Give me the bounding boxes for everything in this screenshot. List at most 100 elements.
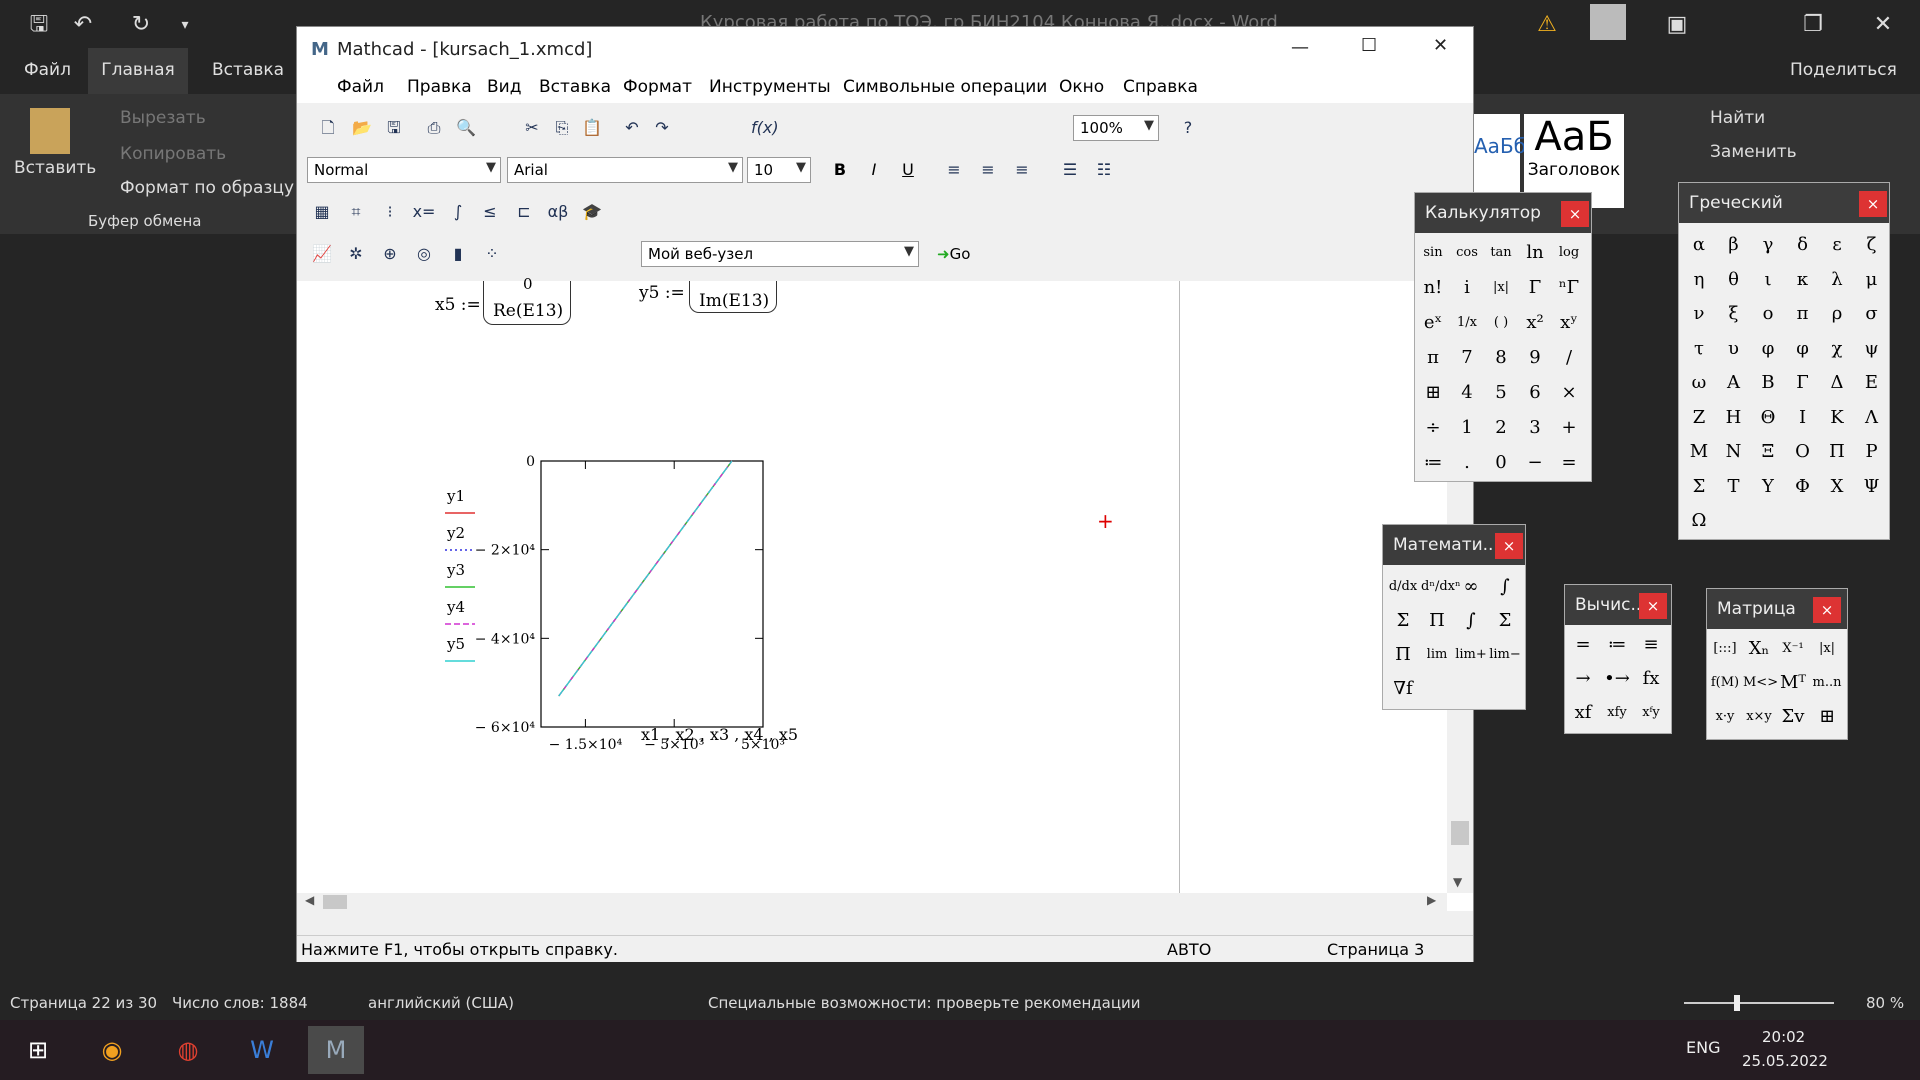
print-icon[interactable]: ⎙ xyxy=(421,115,447,141)
zoom-thumb[interactable] xyxy=(1734,995,1740,1011)
yandex-music-icon[interactable]: ◉ xyxy=(84,1026,140,1074)
greek-key[interactable]: Ο xyxy=(1787,436,1819,468)
align-left-icon[interactable]: ≡ xyxy=(941,157,967,183)
xy-plot[interactable]: 0− 2×10⁴− 4×10⁴− 6×10⁴− 1.5×10⁴ − 5×10³ 5×… xyxy=(437,451,797,751)
graph-toolbar-icon[interactable]: ⌗ xyxy=(343,199,369,225)
calculator-toolbar-icon[interactable]: ▦ xyxy=(309,199,335,225)
menu-view[interactable]: Вид xyxy=(487,77,521,97)
greek-key[interactable]: Φ xyxy=(1787,471,1819,503)
copy-button[interactable]: Копировать xyxy=(120,144,226,164)
calc-key[interactable]: ln xyxy=(1519,237,1551,269)
help-icon[interactable]: ? xyxy=(1175,115,1201,141)
new-icon[interactable]: 🗋 xyxy=(315,115,341,141)
open-icon[interactable]: 📂 xyxy=(349,115,375,141)
accessibility-status[interactable]: Специальные возможности: проверьте реком… xyxy=(708,994,1141,1012)
calc-key[interactable]: sin xyxy=(1417,237,1449,269)
bullets-icon[interactable]: ☰ xyxy=(1057,157,1083,183)
contour-plot-icon[interactable]: ◎ xyxy=(411,241,437,267)
matrix-key[interactable]: Mᵀ xyxy=(1777,667,1809,699)
greek-key[interactable]: Υ xyxy=(1752,471,1784,503)
warning-icon[interactable]: ⚠ xyxy=(1530,8,1564,42)
close-icon[interactable]: × xyxy=(1495,533,1523,559)
greek-key[interactable]: μ xyxy=(1856,264,1888,296)
calc-key[interactable]: 9 xyxy=(1519,342,1551,374)
greek-key[interactable]: γ xyxy=(1752,229,1784,261)
minimize-icon[interactable]: — xyxy=(1291,37,1309,58)
close-icon[interactable]: ✕ xyxy=(1866,8,1900,42)
menu-file[interactable]: Файл xyxy=(337,77,384,97)
greek-key[interactable]: Ρ xyxy=(1856,436,1888,468)
calc-key[interactable]: log xyxy=(1553,237,1585,269)
greek-key[interactable]: ο xyxy=(1752,298,1784,330)
close-icon[interactable]: × xyxy=(1639,593,1667,619)
calc-key[interactable]: 8 xyxy=(1485,342,1517,374)
calc-mode[interactable]: АВТО xyxy=(1167,940,1211,959)
matrix-key[interactable]: x·y xyxy=(1709,701,1741,733)
cut-button[interactable]: Вырезать xyxy=(120,108,206,128)
calculus-key[interactable]: ∫ xyxy=(1455,605,1487,637)
surface-plot-icon[interactable]: ⊕ xyxy=(377,241,403,267)
evaluation-toolbar-icon[interactable]: x= xyxy=(411,199,437,225)
customize-icon[interactable]: ▾ xyxy=(168,8,202,42)
mathcad-icon[interactable]: M xyxy=(308,1026,364,1074)
calculus-key[interactable]: lim xyxy=(1421,639,1453,671)
calc-key[interactable]: n! xyxy=(1417,272,1449,304)
greek-key[interactable]: Ψ xyxy=(1856,471,1888,503)
greek-key[interactable]: ι xyxy=(1752,264,1784,296)
calculus-toolbar-icon[interactable]: ∫ xyxy=(445,199,471,225)
greek-key[interactable]: Β xyxy=(1752,367,1784,399)
clock-time[interactable]: 20:02 xyxy=(1762,1028,1805,1046)
paste-icon[interactable]: 📋 xyxy=(579,115,605,141)
clock-date[interactable]: 25.05.2022 xyxy=(1742,1052,1828,1070)
calculus-key[interactable]: dⁿ/dxⁿ xyxy=(1421,571,1461,603)
boolean-toolbar-icon[interactable]: ≤ xyxy=(477,199,503,225)
greek-key[interactable]: ε xyxy=(1821,229,1853,261)
menu-insert[interactable]: Вставка xyxy=(539,77,611,97)
tab-file[interactable]: Файл xyxy=(24,60,71,80)
ribbon-display-icon[interactable]: ▣ xyxy=(1660,8,1694,42)
greek-key[interactable]: ξ xyxy=(1718,298,1750,330)
calc-key[interactable]: 4 xyxy=(1451,377,1483,409)
share-button[interactable]: Поделиться xyxy=(1790,60,1897,80)
numbering-icon[interactable]: ☷ xyxy=(1091,157,1117,183)
calc-key[interactable]: Γ xyxy=(1519,272,1551,304)
programming-toolbar-icon[interactable]: ⊏ xyxy=(511,199,537,225)
matrix-key[interactable]: X⁻¹ xyxy=(1777,633,1809,665)
calculus-key[interactable]: ∇f xyxy=(1387,673,1419,705)
greek-key[interactable]: Ε xyxy=(1856,367,1888,399)
greek-key[interactable]: Θ xyxy=(1752,402,1784,434)
eval-key[interactable]: •→ xyxy=(1601,663,1633,695)
save-icon[interactable]: 🖫 xyxy=(381,115,407,141)
chrome-icon[interactable]: ◍ xyxy=(160,1026,216,1074)
language[interactable]: английский (США) xyxy=(368,994,514,1012)
menu-edit[interactable]: Правка xyxy=(407,77,472,97)
calc-key[interactable]: 0 xyxy=(1485,447,1517,479)
calculus-key[interactable]: lim− xyxy=(1489,639,1521,671)
greek-key[interactable]: φ xyxy=(1787,333,1819,365)
calc-key[interactable]: = xyxy=(1553,447,1585,479)
x5-definition-lhs[interactable]: x5 := xyxy=(435,295,481,315)
calc-key[interactable]: ÷ xyxy=(1417,412,1449,444)
greek-key[interactable]: Ν xyxy=(1718,436,1750,468)
calc-key[interactable]: ( ) xyxy=(1485,307,1517,339)
replace-button[interactable]: Заменить xyxy=(1710,142,1797,162)
calc-key[interactable]: 5 xyxy=(1485,377,1517,409)
calculus-key[interactable]: d/dx xyxy=(1387,571,1419,603)
greek-key[interactable]: δ xyxy=(1787,229,1819,261)
paste-icon[interactable] xyxy=(30,108,70,154)
greek-key[interactable]: θ xyxy=(1718,264,1750,296)
find-button[interactable]: Найти xyxy=(1710,108,1765,128)
greek-key[interactable]: τ xyxy=(1683,333,1715,365)
scroll-down-icon[interactable]: ▼ xyxy=(1453,875,1462,889)
restore-icon[interactable]: ❐ xyxy=(1796,8,1830,42)
calc-key[interactable]: ⁿΓ xyxy=(1553,272,1585,304)
greek-key[interactable]: υ xyxy=(1718,333,1750,365)
polar-plot-icon[interactable]: ✲ xyxy=(343,241,369,267)
hscroll-thumb[interactable] xyxy=(323,895,347,909)
redo-icon[interactable]: ↻ xyxy=(124,8,158,42)
zoom-level[interactable]: 80 % xyxy=(1866,994,1904,1012)
matrix-toolbar-icon[interactable]: ⁝ xyxy=(377,199,403,225)
greek-key[interactable]: Λ xyxy=(1856,402,1888,434)
style-select[interactable]: Normal ▼ xyxy=(307,157,501,183)
align-center-icon[interactable]: ≡ xyxy=(975,157,1001,183)
